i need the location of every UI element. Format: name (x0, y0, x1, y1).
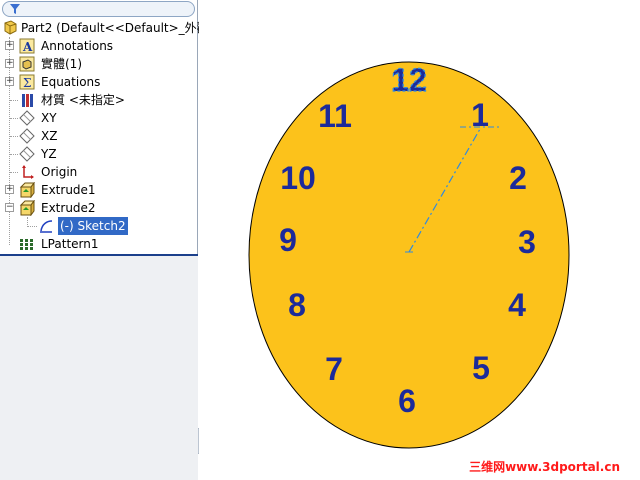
tree-item-lpattern1[interactable]: LPattern1 (0, 235, 198, 253)
plane-icon (19, 128, 35, 144)
clock-numeral-2[interactable]: 2 (509, 160, 527, 196)
clock-numeral-5[interactable]: 5 (472, 350, 490, 386)
filter-bar[interactable] (2, 1, 195, 17)
clock-numeral-6[interactable]: 6 (398, 383, 416, 419)
expand-toggle[interactable]: + (5, 185, 14, 194)
tree-item-label: Extrude1 (41, 183, 96, 197)
lower-panel (0, 256, 198, 480)
clock-numeral-7[interactable]: 7 (325, 351, 343, 387)
tree-item-plane-xy[interactable]: XY (0, 109, 198, 127)
tree-item-solid-bodies[interactable]: + 實體(1) (0, 55, 198, 73)
tree-item-label: 實體(1) (41, 57, 82, 71)
clock-numeral-10[interactable]: 10 (280, 160, 316, 196)
tree-item-origin[interactable]: Origin (0, 163, 198, 181)
clock-numeral-9[interactable]: 9 (279, 222, 297, 258)
clock-numeral-12[interactable]: 12 (391, 61, 428, 98)
clock-numeral-3[interactable]: 3 (518, 224, 536, 260)
plane-icon (19, 110, 35, 126)
extrude-icon (19, 200, 35, 216)
equations-icon: Σ (19, 74, 35, 90)
tree-item-label: Extrude2 (41, 201, 96, 215)
tree-item-label: Annotations (41, 39, 114, 53)
part-icon (4, 20, 17, 35)
tree-item-plane-yz[interactable]: YZ (0, 145, 198, 163)
expand-toggle[interactable]: + (5, 59, 14, 68)
watermark: 三维网www.3dportal.cn (469, 460, 620, 474)
material-icon (22, 94, 33, 107)
svg-text:A: A (22, 40, 33, 54)
tree-item-plane-xz[interactable]: XZ (0, 127, 198, 145)
tree-item-equations[interactable]: + Σ Equations (0, 73, 198, 91)
linear-pattern-icon (20, 239, 33, 250)
feature-manager-tree: Part2 (Default<<Default>_外觀 + A Annotati… (0, 0, 209, 480)
tree-item-label: Equations (41, 75, 101, 89)
annotations-icon: A (19, 38, 35, 54)
clock-model: 12 1 2 3 4 5 6 7 8 9 10 11 (248, 61, 570, 449)
sketch-icon (40, 220, 53, 233)
tree-item-extrude1[interactable]: + Extrude1 (0, 181, 198, 199)
tree-item-extrude2[interactable]: − Extrude2 (0, 199, 198, 217)
solid-bodies-icon (19, 56, 35, 72)
origin-icon (22, 165, 34, 179)
svg-text:Σ: Σ (23, 76, 31, 90)
tree-item-label: 材質 <未指定> (41, 93, 125, 107)
clock-numeral-11[interactable]: 11 (318, 98, 352, 134)
filter-icon[interactable] (10, 4, 20, 14)
expand-toggle[interactable]: + (5, 77, 14, 86)
clock-numeral-1[interactable]: 1 (471, 97, 489, 133)
tree-item-label: (-) Sketch2 (58, 217, 128, 235)
tree-item-label: YZ (41, 147, 57, 161)
extrude-icon (19, 182, 35, 198)
tree-item-annotations[interactable]: + A Annotations (0, 37, 198, 55)
tree-item-material[interactable]: 材質 <未指定> (0, 91, 198, 109)
plane-icon (19, 146, 35, 162)
tree-item-part[interactable]: Part2 (Default<<Default>_外觀 (0, 19, 209, 37)
tree-item-label: Origin (41, 165, 78, 179)
clock-numeral-4[interactable]: 4 (508, 287, 526, 323)
graphics-viewport[interactable]: 12 1 2 3 4 5 6 7 8 9 10 11 三维网www.3dport… (199, 0, 640, 480)
clock-numeral-8[interactable]: 8 (288, 287, 306, 323)
tree-item-sketch2[interactable]: (-) Sketch2 (0, 217, 198, 235)
tree-item-label: XZ (41, 129, 58, 143)
collapse-toggle[interactable]: − (5, 203, 14, 212)
tree-item-label: LPattern1 (41, 237, 99, 251)
tree-item-label: XY (41, 111, 57, 125)
part-label: Part2 (Default<<Default>_外觀 (21, 21, 209, 35)
expand-toggle[interactable]: + (5, 41, 14, 50)
